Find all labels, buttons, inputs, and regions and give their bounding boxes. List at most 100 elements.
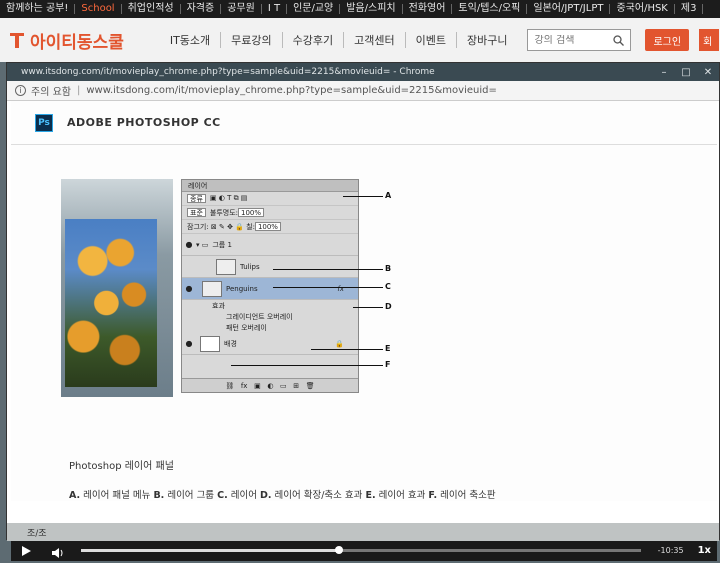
legend-text-f: 레이어 축소판	[440, 490, 496, 501]
logo-text: 아이티동스쿨	[30, 32, 124, 53]
lesson-title: ADOBE PHOTOSHOP CC	[67, 116, 221, 129]
layer-name-tulips: Tulips	[240, 262, 260, 271]
topnav-cert[interactable]: 자격증	[181, 4, 222, 14]
search-icon[interactable]	[613, 34, 625, 46]
legend-text-a: 레이어 패널 메뉴	[83, 490, 151, 501]
site-category-nav: 함께하는 공부! School 취업인적성 자격증 공무원 I T 인문/교양 …	[0, 0, 720, 18]
blend-mode-select: 표준	[187, 208, 206, 217]
callout-line-c	[273, 287, 383, 288]
address-bar[interactable]: i 주의 요함 | www.itsdong.com/it/movieplay_c…	[7, 81, 719, 101]
effects-row: 효과	[182, 300, 358, 311]
seek-bar[interactable]	[81, 545, 641, 554]
address-separator: |	[76, 85, 81, 96]
layer-name-background: 배경	[224, 339, 237, 348]
opacity-value: 100%	[238, 208, 265, 217]
legend-text-c: 레이어	[230, 490, 257, 501]
playback-speed-button[interactable]: 1x	[698, 545, 711, 556]
new-layer-icon: ⊞	[293, 381, 300, 390]
effect-gradient: 그레이디언트 오버레이	[226, 312, 293, 321]
topnav-humanities[interactable]: 인문/교양	[287, 4, 341, 14]
eye-icon: ●	[185, 240, 193, 249]
nav-free-lectures[interactable]: 무료강의	[220, 32, 281, 48]
play-icon[interactable]	[19, 543, 33, 557]
layer-thumbnail	[216, 258, 236, 275]
new-group-icon: ▭	[280, 381, 287, 390]
effect-row-pattern: 패턴 오버레이	[182, 322, 358, 333]
info-icon[interactable]: i	[15, 85, 26, 96]
topnav-japanese[interactable]: 일본어/JPT/JLPT	[527, 4, 611, 14]
callout-e: E	[385, 344, 391, 353]
legend-text-b: 레이어 그룹	[167, 490, 215, 501]
filter-icons: ▣ ◐ T ⧉ ▤	[209, 194, 248, 202]
figure-caption: Photoshop 레이어 패널	[69, 461, 174, 472]
fx-icon: fx	[240, 381, 248, 390]
popup-title-bar[interactable]: www.itsdong.com/it/movieplay_chrome.php?…	[7, 63, 719, 81]
kind-select: 종류	[187, 194, 206, 203]
main-nav: IT동소개 무료강의 수강후기 고객센터 이벤트 장바구니	[160, 32, 518, 48]
close-icon[interactable]: ✕	[697, 67, 719, 78]
eye-icon: ●	[185, 284, 193, 293]
seek-bar-progress	[81, 548, 339, 552]
adjust-icon: ◐	[267, 381, 274, 390]
lesson-header: Ps ADOBE PHOTOSHOP CC	[11, 101, 717, 145]
callout-a: A	[385, 191, 392, 200]
tulips-photo	[61, 179, 173, 397]
topnav-civil[interactable]: 공무원	[221, 4, 262, 14]
topnav-speech[interactable]: 발음/스피치	[340, 4, 403, 14]
login-button[interactable]: 로그인	[645, 29, 690, 51]
opacity-label: 불투명도:	[209, 208, 239, 217]
page-footer-text: 조/조	[7, 523, 719, 541]
topnav-school[interactable]: School	[75, 4, 122, 14]
layer-row-tulips: Tulips	[182, 256, 358, 278]
search-box[interactable]	[527, 29, 632, 51]
lock-icons: ⊠ ✎ ✥ 🔒	[208, 222, 247, 231]
figure-legend: A. 레이어 패널 메뉴 B. 레이어 그룹 C. 레이어 D. 레이어 확장/…	[69, 487, 496, 501]
nav-support[interactable]: 고객센터	[343, 32, 404, 48]
logo-mark-icon	[8, 30, 26, 50]
mask-icon: ▣	[254, 381, 261, 390]
topnav-phone-english[interactable]: 전화영어	[403, 4, 453, 14]
maximize-icon[interactable]: □	[675, 67, 697, 78]
nav-events[interactable]: 이벤트	[404, 32, 456, 48]
popup-title: www.itsdong.com/it/movieplay_chrome.php?…	[21, 67, 435, 77]
blend-row: 표준 불투명도: 100%	[182, 206, 358, 220]
address-url[interactable]: www.itsdong.com/it/movieplay_chrome.php?…	[86, 85, 496, 96]
nav-cart[interactable]: 장바구니	[456, 32, 517, 48]
panel-tab: 레이어	[182, 180, 358, 192]
topnav-more[interactable]: 제3	[675, 4, 704, 14]
topnav-jobs[interactable]: 취업인적성	[122, 4, 181, 14]
callout-line-f	[231, 365, 383, 366]
join-button[interactable]: 회	[699, 29, 720, 51]
filter-row: 종류 ▣ ◐ T ⧉ ▤	[182, 192, 358, 206]
legend-key-a: A.	[69, 490, 81, 501]
callout-f: F	[385, 360, 391, 369]
topnav-toeic[interactable]: 토익/텝스/오픽	[452, 4, 528, 14]
volume-icon[interactable]	[51, 544, 65, 558]
lock-label: 잠그기:	[187, 222, 209, 231]
video-controls: -10:35 1x	[11, 539, 717, 561]
legend-text-d: 레이어 확장/축소 효과	[274, 490, 363, 501]
nav-reviews[interactable]: 수강후기	[281, 32, 343, 48]
site-header: 아이티동스쿨 IT동소개 무료강의 수강후기 고객센터 이벤트 장바구니 로그인…	[0, 18, 720, 62]
minimize-icon[interactable]: –	[653, 67, 675, 78]
player-popup-window: www.itsdong.com/it/movieplay_chrome.php?…	[6, 62, 720, 561]
callout-b: B	[385, 264, 392, 273]
layer-thumbnail	[200, 335, 220, 352]
panel-footer: ⛓ fx ▣ ◐ ▭ ⊞ 🗑	[182, 378, 358, 392]
layer-name-penguins: Penguins	[226, 284, 258, 293]
layer-group-row: ● ▾ ▭ 그룹 1	[182, 234, 358, 256]
site-logo[interactable]: 아이티동스쿨	[8, 28, 124, 53]
callout-line-e	[311, 349, 383, 350]
fill-value: 100%	[254, 222, 281, 231]
topnav-it[interactable]: I T	[262, 4, 288, 14]
nav-about[interactable]: IT동소개	[160, 32, 220, 48]
callout-line-d	[353, 307, 383, 308]
legend-key-b: B.	[153, 490, 165, 501]
eye-icon: ●	[185, 339, 193, 348]
seek-handle[interactable]	[334, 545, 343, 554]
topnav-chinese[interactable]: 중국어/HSK	[610, 4, 675, 14]
security-label[interactable]: 주의 요함	[31, 83, 71, 98]
link-icon: ⛓	[225, 381, 235, 390]
layer-thumbnail	[202, 280, 222, 297]
search-input[interactable]	[534, 34, 605, 46]
